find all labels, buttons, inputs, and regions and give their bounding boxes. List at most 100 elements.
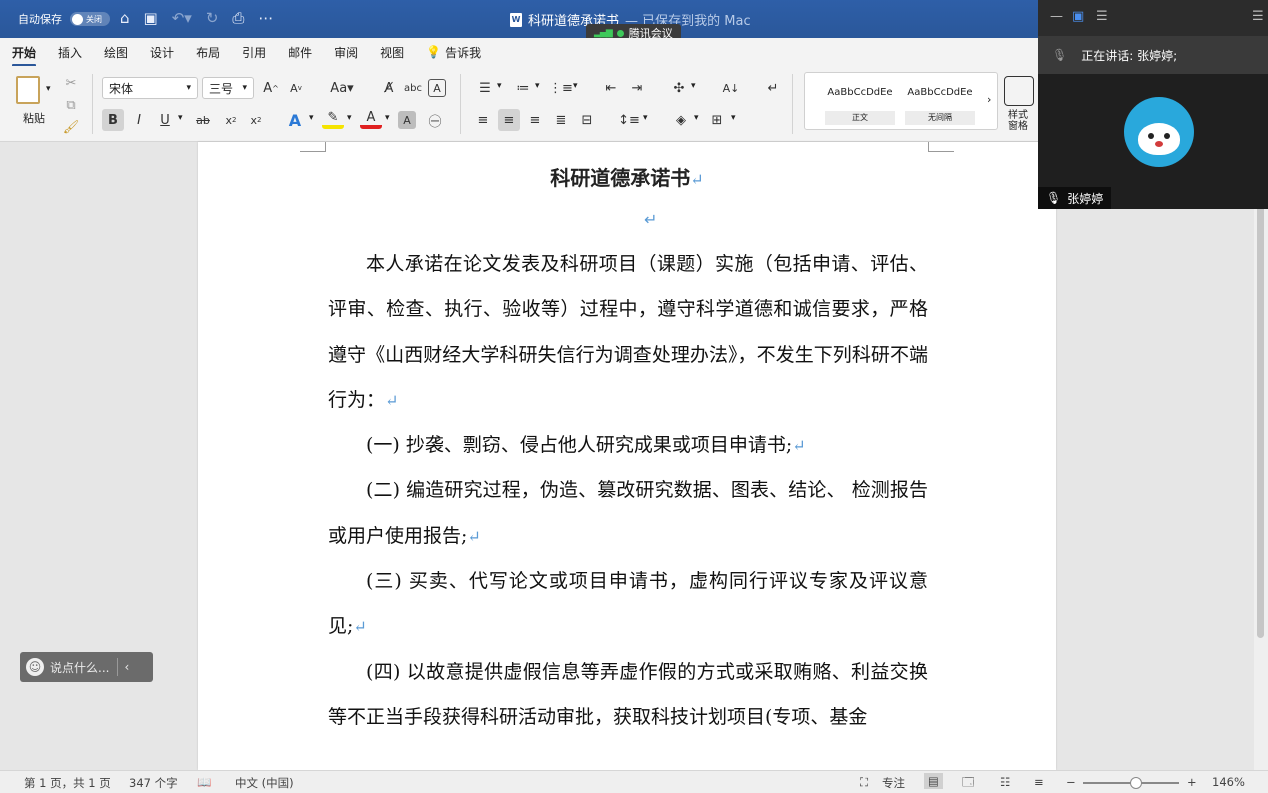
chevron-down-icon[interactable]: ▾ [573, 81, 578, 91]
chevron-down-icon[interactable]: ▾ [731, 113, 736, 123]
save-icon[interactable]: ▣ [144, 9, 158, 27]
proofing-icon[interactable]: 📖 [197, 775, 211, 789]
chevron-down-icon[interactable]: ▾ [694, 113, 699, 123]
styles-pane-label[interactable]: 样式窗格 [1004, 110, 1032, 132]
tab-references[interactable]: 引用 [242, 44, 278, 61]
print-layout-icon[interactable]: ▤ [924, 773, 943, 789]
chevron-down-icon[interactable]: ▾ [178, 113, 183, 123]
shrink-font-icon[interactable]: Av [285, 77, 307, 99]
chevron-down-icon[interactable]: ▾ [385, 113, 390, 123]
document-body[interactable]: 本人承诺在论文发表及科研项目（课题）实施（包括申请、评估、评审、检查、执行、验收… [328, 242, 928, 740]
italic-icon[interactable]: I [128, 109, 150, 131]
tab-view[interactable]: 视图 [380, 44, 416, 61]
focus-icon[interactable]: ⛶ [860, 775, 868, 790]
sort-icon[interactable]: A↓ [720, 77, 742, 99]
align-left-icon[interactable]: ≡ [472, 109, 494, 131]
undo-icon[interactable]: ↶▾ [172, 9, 192, 27]
tab-insert[interactable]: 插入 [58, 44, 94, 61]
home-icon[interactable]: ⌂ [120, 9, 130, 27]
meeting-window: — ▣ ☰ ☰ 🎙 正在讲话: 张婷婷; 🎙 张婷婷 [1038, 0, 1268, 209]
tab-layout[interactable]: 布局 [196, 44, 232, 61]
decrease-indent-icon[interactable]: ⇤ [600, 77, 622, 99]
print-icon[interactable]: ⎙ [232, 9, 244, 27]
document-page[interactable]: 科研道德承诺书↵ ↵ 本人承诺在论文发表及科研项目（课题）实施（包括申请、评估、… [198, 142, 1056, 770]
zoom-slider-knob[interactable] [1130, 777, 1142, 789]
superscript-icon[interactable]: x2 [245, 109, 267, 131]
strikethrough-icon[interactable]: ab [192, 109, 214, 131]
web-layout-icon[interactable]: 🗔 [962, 775, 974, 793]
show-marks-icon[interactable]: ↵ [762, 77, 784, 99]
paste-dropdown-icon[interactable]: ▾ [46, 84, 51, 94]
chevron-down-icon[interactable]: ▾ [535, 81, 540, 91]
align-center-icon[interactable]: ≡ [498, 109, 520, 131]
page-info[interactable]: 第 1 页，共 1 页 [24, 775, 111, 791]
redo-icon[interactable]: ↻ [206, 9, 219, 27]
chevron-down-icon[interactable]: ▾ [643, 113, 648, 123]
tab-home[interactable]: 开始 [12, 44, 48, 67]
draft-icon[interactable]: ≡ [1034, 775, 1044, 789]
zoom-in-icon[interactable]: + [1187, 775, 1197, 789]
bold-icon[interactable]: B [102, 109, 124, 131]
line-spacing-icon[interactable]: ↕≡ [618, 109, 640, 131]
borders-icon[interactable]: ⊞ [706, 109, 728, 131]
word-count[interactable]: 347 个字 [129, 775, 178, 791]
character-border-icon[interactable]: A [428, 79, 446, 97]
font-color-icon[interactable]: A [360, 109, 382, 129]
copy-icon[interactable]: ⧉ [60, 94, 82, 116]
styles-pane-icon[interactable] [1004, 76, 1034, 106]
chevron-right-icon[interactable]: › [987, 93, 991, 106]
outline-icon[interactable]: ☷ [1000, 775, 1010, 789]
character-shading-icon[interactable]: A [398, 111, 416, 129]
chevron-down-icon[interactable]: ▾ [347, 113, 352, 123]
zoom-level[interactable]: 146% [1212, 775, 1245, 789]
multilevel-list-icon[interactable]: ⋮≡ [549, 77, 573, 99]
align-right-icon[interactable]: ≡ [524, 109, 546, 131]
font-size-select[interactable]: 三号 ▾ [202, 77, 254, 99]
vertical-scrollbar[interactable] [1254, 142, 1268, 770]
chevron-left-icon[interactable]: ‹ [124, 660, 129, 674]
chat-input[interactable]: ☺ 说点什么... ‹ [20, 652, 153, 682]
paste-icon[interactable] [16, 76, 40, 104]
language[interactable]: 中文 (中国) [235, 775, 294, 791]
gallery-view-icon[interactable]: ▣ [1072, 9, 1084, 24]
format-painter-icon[interactable]: 🖌 [60, 116, 82, 138]
chevron-down-icon[interactable]: ▾ [691, 81, 696, 91]
scrollbar-thumb[interactable] [1257, 198, 1264, 638]
tell-me[interactable]: 💡 告诉我 [426, 44, 493, 61]
bullets-icon[interactable]: ☰ [474, 77, 496, 99]
subscript-icon[interactable]: x2 [220, 109, 242, 131]
tab-mailings[interactable]: 邮件 [288, 44, 324, 61]
chevron-down-icon[interactable]: ▾ [309, 113, 314, 123]
numbering-icon[interactable]: ≔ [512, 77, 534, 99]
emoji-icon[interactable]: ☺ [26, 658, 44, 676]
tab-review[interactable]: 审阅 [334, 44, 370, 61]
enclose-characters-icon[interactable]: ㊀ [424, 109, 446, 131]
phonetic-guide-icon[interactable]: abc [402, 77, 424, 99]
underline-icon[interactable]: U [154, 109, 176, 131]
font-name-select[interactable]: 宋体 ▾ [102, 77, 198, 99]
more-icon[interactable]: ⋯ [258, 9, 273, 27]
autosave-toggle[interactable]: 关闭 [70, 12, 110, 26]
zoom-out-icon[interactable]: − [1066, 775, 1076, 789]
text-effects-icon[interactable]: A [284, 109, 306, 131]
cut-icon[interactable]: ✂ [60, 72, 82, 94]
list-view-icon[interactable]: ☰ [1096, 9, 1108, 24]
tab-draw[interactable]: 绘图 [104, 44, 140, 61]
distributed-icon[interactable]: ⊟ [576, 109, 598, 131]
shading-icon[interactable]: ◈ [670, 109, 692, 131]
minimize-icon[interactable]: — [1050, 9, 1063, 24]
justify-icon[interactable]: ≣ [550, 109, 572, 131]
expand-icon[interactable]: ☰ [1252, 9, 1264, 24]
grow-font-icon[interactable]: A ^ [260, 77, 282, 99]
paste-label[interactable]: 粘贴 [23, 110, 45, 126]
tab-design[interactable]: 设计 [150, 44, 186, 61]
asian-layout-icon[interactable]: ✣ [668, 77, 690, 99]
increase-indent-icon[interactable]: ⇥ [626, 77, 648, 99]
style-no-spacing[interactable]: AaBbCcDdEe 无间隔 [905, 79, 975, 125]
change-case-icon[interactable]: Aa▾ [326, 77, 358, 99]
highlight-icon[interactable]: ✎ [322, 109, 344, 129]
chevron-down-icon[interactable]: ▾ [497, 81, 502, 91]
clear-formatting-icon[interactable]: A̸ [378, 77, 400, 99]
style-normal[interactable]: AaBbCcDdEe 正文 [825, 79, 895, 125]
focus-label[interactable]: 专注 [882, 775, 905, 791]
